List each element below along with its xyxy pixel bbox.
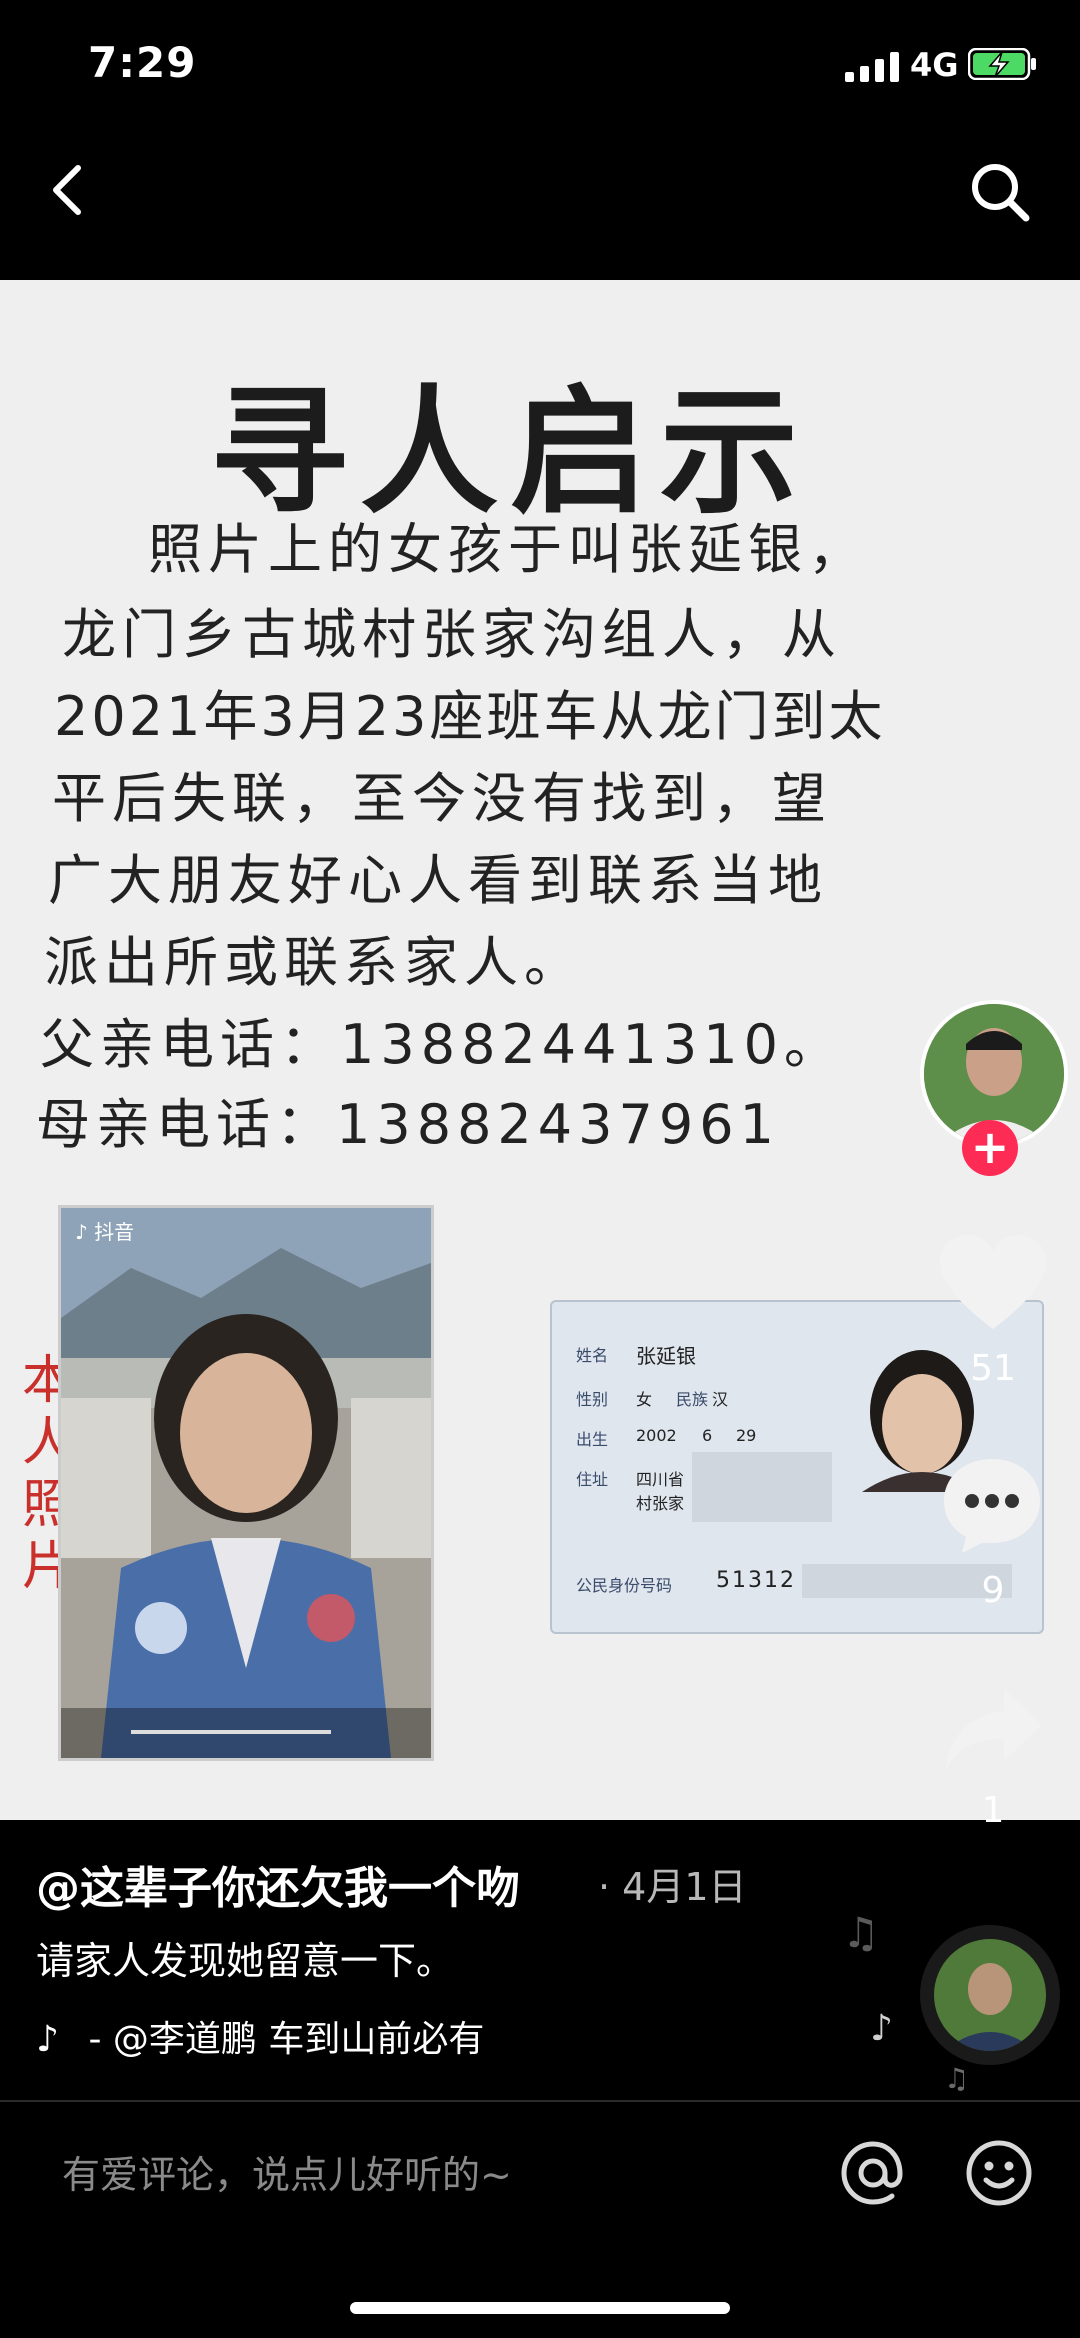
follow-button[interactable]: +: [962, 1120, 1018, 1176]
home-indicator: [350, 2302, 730, 2314]
poster-line: 2021年3月23座班车从龙门到太: [54, 685, 886, 748]
id-address: 四川省: [636, 1470, 685, 1489]
divider: [0, 2100, 1080, 2102]
comment-button[interactable]: [940, 1455, 1044, 1555]
music-title: - @李道鹏 车到山前必有: [88, 2019, 485, 2060]
id-address-line2: 村张家: [636, 1494, 685, 1513]
poster-line: 龙门乡古城村张家沟组人，从: [62, 603, 842, 666]
father-phone: 父亲电话：13882441310。: [40, 1013, 844, 1076]
id-number: 51312: [716, 1568, 796, 1593]
id-ethnicity: 汉: [712, 1390, 729, 1409]
author-name[interactable]: @这辈子你还欠我一个吻: [36, 1852, 520, 1916]
network-label: 4G: [910, 46, 959, 84]
music-disc[interactable]: [920, 1925, 1060, 2065]
post-caption: 请家人发现她留意一下。: [36, 1939, 455, 1983]
poster-line: 广大朋友好心人看到联系当地: [48, 849, 828, 912]
id-birth-label: 出生: [576, 1430, 609, 1449]
id-name-label: 姓名: [576, 1346, 609, 1365]
status-time: 7:29: [88, 38, 197, 87]
id-ethnicity-label: 民族: [676, 1390, 709, 1409]
search-button[interactable]: [968, 160, 1032, 224]
emoji-button[interactable]: [964, 2138, 1034, 2208]
id-sex: 女: [636, 1390, 653, 1409]
music-info[interactable]: ♪ - @李道鹏 车到山前必有: [36, 2010, 484, 2062]
redaction: [692, 1452, 832, 1522]
back-button[interactable]: [44, 160, 94, 220]
battery-charging-icon: [968, 48, 1036, 80]
share-button[interactable]: [942, 1685, 1046, 1775]
video-frame[interactable]: 寻人启示 照片上的女孩于叫张延银， 龙门乡古城村张家沟组人，从 2021年3月2…: [0, 280, 1080, 1820]
id-number-label: 公民身份号码: [576, 1576, 673, 1595]
id-name: 张延银: [636, 1344, 696, 1368]
id-sex-label: 性别: [576, 1390, 609, 1409]
floating-note-icon: ♪: [870, 2008, 893, 2049]
post-date: · 4月1日: [598, 1865, 747, 1909]
poster-line: 平后失联，至今没有找到，望: [52, 767, 832, 830]
comment-count: 9: [981, 1570, 1005, 1611]
like-count: 51: [970, 1348, 1016, 1389]
music-note-icon: ♪: [36, 2019, 59, 2060]
id-birth-day: 29: [736, 1426, 757, 1445]
comment-input[interactable]: 有爱评论，说点儿好听的~: [62, 2144, 512, 2199]
poster-line: 照片上的女孩于叫张延银，: [148, 518, 868, 581]
floating-note-icon: ♫: [944, 2062, 970, 2095]
mention-button[interactable]: [838, 2138, 908, 2208]
like-button[interactable]: [938, 1235, 1048, 1335]
missing-person-photo: ♪ 抖音: [58, 1205, 434, 1761]
mother-phone: 母亲电话：13882437961: [36, 1093, 780, 1156]
id-address-label: 住址: [576, 1470, 609, 1489]
id-birth-year: 2002: [636, 1426, 677, 1445]
share-count: 1: [981, 1790, 1005, 1831]
poster-line: 派出所或联系家人。: [44, 931, 584, 994]
signal-icon: [845, 52, 899, 82]
floating-note-icon: ♫: [842, 1908, 880, 1957]
tiktok-watermark: ♪ 抖音: [75, 1220, 135, 1244]
id-birth-month: 6: [702, 1426, 713, 1445]
